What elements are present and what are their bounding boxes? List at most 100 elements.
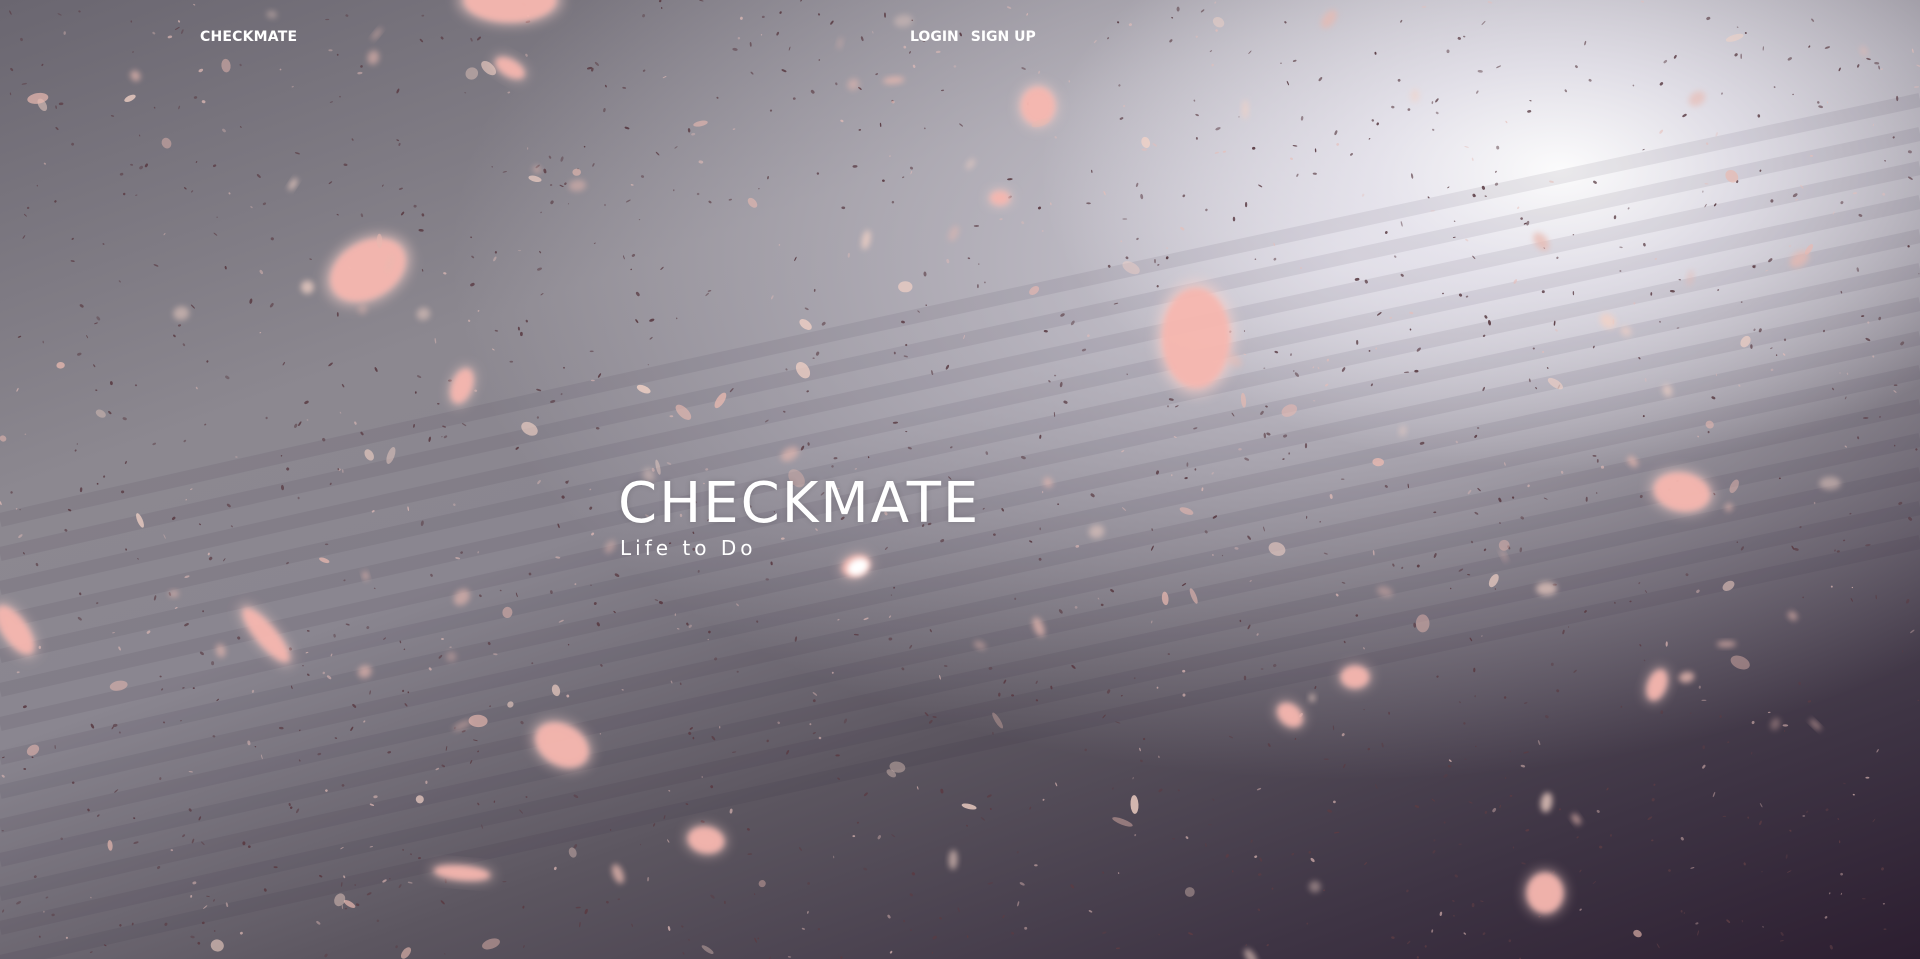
speck <box>736 603 739 607</box>
speck <box>662 76 667 79</box>
speck <box>1026 13 1029 16</box>
speck <box>70 260 75 262</box>
login-link[interactable]: LOGIN <box>910 29 959 45</box>
signup-link[interactable]: SIGN UP <box>971 29 1036 45</box>
speck <box>815 351 820 356</box>
petal-small <box>1540 792 1553 813</box>
speck <box>708 200 712 204</box>
speck <box>1523 702 1528 704</box>
speck <box>279 68 282 71</box>
speck <box>1391 105 1395 109</box>
speck <box>1878 65 1880 70</box>
speck <box>1872 355 1875 358</box>
petal-small <box>861 230 871 250</box>
speck <box>135 194 138 196</box>
speck <box>1496 145 1500 150</box>
speck <box>1256 787 1262 791</box>
speck <box>776 31 780 36</box>
speck <box>1838 840 1841 844</box>
speck <box>93 364 96 368</box>
speck <box>515 446 519 450</box>
speck <box>381 184 384 187</box>
speck <box>863 792 868 797</box>
speck <box>1560 470 1564 474</box>
speck <box>1443 821 1446 824</box>
speck <box>1707 430 1710 434</box>
speck <box>1826 101 1829 104</box>
speck <box>77 352 82 356</box>
hero-title: CHECKMATE <box>618 471 981 536</box>
speck <box>946 258 950 264</box>
speck <box>682 952 685 955</box>
speck <box>1643 242 1646 247</box>
speck <box>228 192 231 195</box>
speck <box>688 624 692 628</box>
speck <box>452 503 456 506</box>
speck <box>339 95 341 98</box>
speck <box>1068 80 1071 83</box>
speck <box>1167 405 1169 408</box>
speck <box>1180 226 1185 231</box>
speck <box>847 252 850 258</box>
speck <box>1074 606 1078 609</box>
speck <box>1448 759 1452 762</box>
speck <box>288 802 291 807</box>
speck <box>298 421 302 427</box>
speck <box>1371 119 1375 122</box>
speck <box>1318 77 1323 82</box>
speck <box>396 139 400 142</box>
speck <box>1787 870 1792 873</box>
speck <box>86 334 89 339</box>
brand-link[interactable]: CHECKMATE <box>200 29 297 45</box>
speck <box>1882 902 1885 905</box>
speck <box>1849 512 1852 515</box>
speck <box>1850 598 1853 602</box>
speck <box>345 14 349 17</box>
speck <box>785 368 788 371</box>
speck <box>1857 436 1860 440</box>
speck <box>10 67 14 72</box>
speck <box>212 164 217 168</box>
speck <box>940 788 944 794</box>
speck <box>1595 492 1598 494</box>
speck <box>1641 0 1644 3</box>
speck <box>1843 539 1846 542</box>
speck <box>437 402 440 405</box>
petal <box>990 191 1010 205</box>
speck <box>1007 178 1013 181</box>
petal-small <box>161 137 172 149</box>
speck <box>1011 931 1015 935</box>
speck <box>1840 872 1843 876</box>
petal-small <box>799 319 812 330</box>
speck <box>1825 808 1829 812</box>
speck <box>903 45 907 49</box>
speck <box>1042 798 1045 801</box>
speck <box>1690 867 1695 869</box>
speck <box>705 292 709 297</box>
speck <box>1744 32 1747 34</box>
speck <box>188 771 193 773</box>
speck <box>1029 806 1032 810</box>
speck <box>939 917 942 920</box>
speck <box>343 163 348 167</box>
speck <box>593 242 596 245</box>
speck <box>477 36 481 41</box>
speck <box>1435 98 1439 103</box>
speck <box>1100 603 1104 607</box>
speck <box>1195 35 1198 38</box>
speck <box>1880 68 1883 70</box>
speck <box>787 956 792 958</box>
speck <box>1454 874 1458 878</box>
speck <box>269 302 274 308</box>
speck <box>1166 247 1169 249</box>
speck <box>1834 549 1836 552</box>
speck <box>1232 216 1236 222</box>
speck <box>812 732 816 735</box>
speck <box>788 46 791 51</box>
speck <box>1254 855 1258 858</box>
petal-small <box>1130 795 1139 814</box>
speck <box>1363 647 1365 650</box>
speck <box>407 881 413 884</box>
speck <box>36 184 38 187</box>
speck <box>507 91 511 94</box>
